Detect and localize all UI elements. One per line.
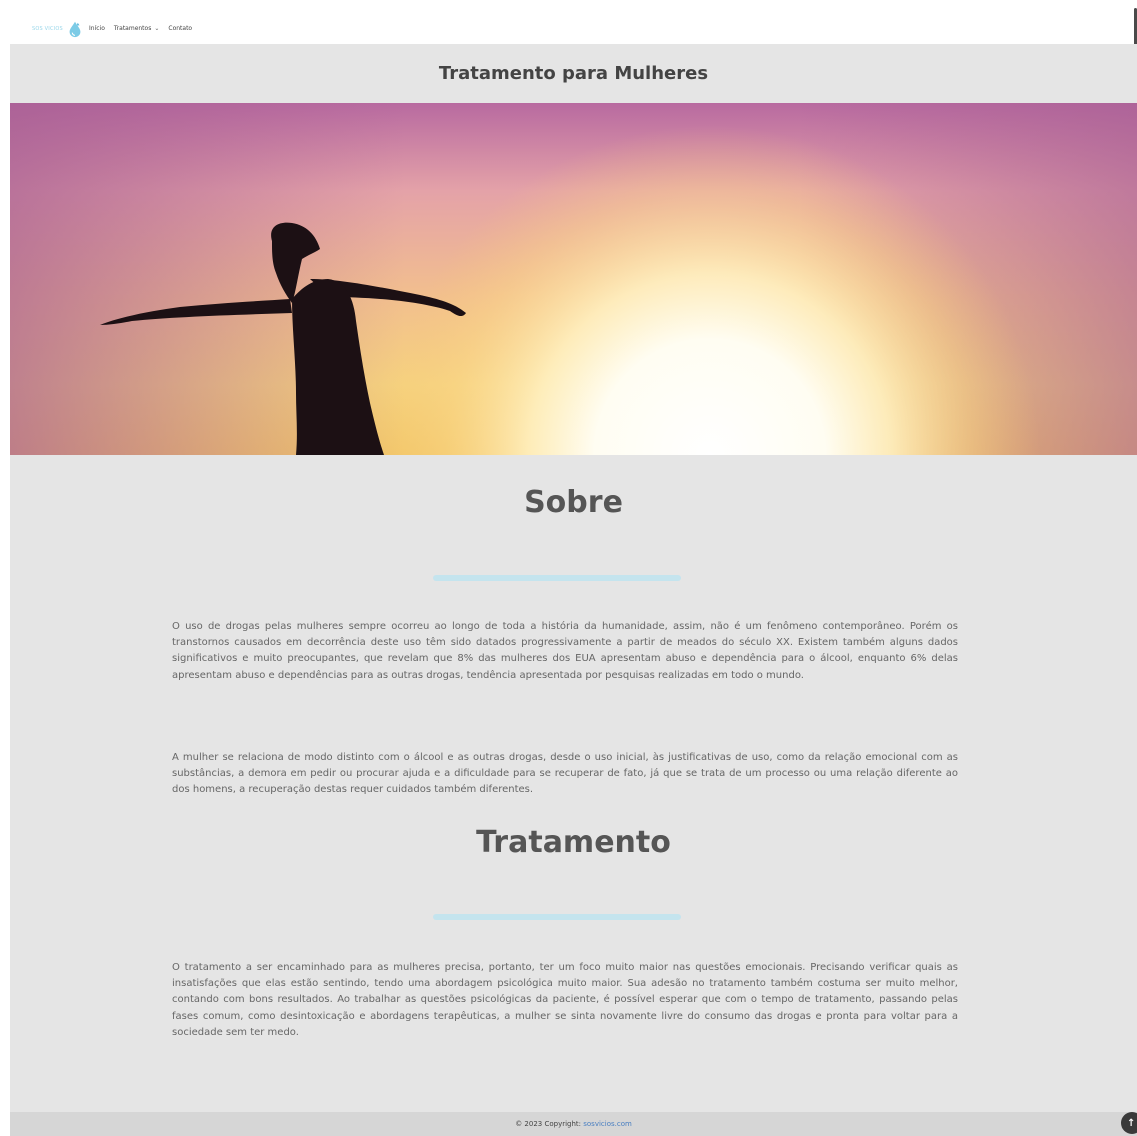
footer-link[interactable]: sosvicios.com [583, 1120, 632, 1128]
nav-item-label: Contato [168, 25, 193, 32]
drop-logo-icon [69, 21, 81, 38]
nav-item-contato[interactable]: Contato [168, 25, 192, 32]
back-to-top-button[interactable]: ↑ [1121, 1112, 1137, 1134]
content-section: Sobre O uso de drogas pelas mulheres sem… [10, 455, 1137, 1112]
nav-item-label: Início [89, 25, 105, 32]
main-menu: Início Tratamentos ⌄ Contato [89, 25, 201, 32]
logo-text: SOS VICIOS [32, 26, 63, 32]
section-divider [433, 575, 681, 581]
nav-item-tratamentos[interactable]: Tratamentos ⌄ [114, 25, 159, 32]
chevron-down-icon: ⌄ [154, 25, 160, 32]
section-heading-sobre: Sobre [524, 485, 623, 520]
arrow-up-icon: ↑ [1127, 1117, 1136, 1129]
hero-image [10, 103, 1137, 455]
page-title-bar: Tratamento para Mulheres [10, 44, 1137, 103]
site-logo[interactable]: SOS VICIOS [32, 20, 84, 38]
top-navbar: SOS VICIOS Início Tratamentos ⌄ Contato [0, 0, 1137, 102]
section-divider [433, 914, 681, 920]
page-footer: © 2023 Copyright: sosvicios.com [10, 1112, 1137, 1136]
copyright-text: © 2023 Copyright: [515, 1120, 582, 1128]
nav-item-inicio[interactable]: Início [89, 25, 105, 32]
section-heading-tratamento: Tratamento [476, 825, 671, 860]
page-title: Tratamento para Mulheres [438, 63, 709, 84]
section-paragraph: O tratamento a ser encaminhado para as m… [172, 962, 958, 1038]
nav-item-label: Tratamentos [113, 25, 152, 32]
section-paragraph: A mulher se relaciona de modo distinto c… [172, 752, 958, 796]
section-paragraph: O uso de drogas pelas mulheres sempre oc… [172, 621, 958, 681]
